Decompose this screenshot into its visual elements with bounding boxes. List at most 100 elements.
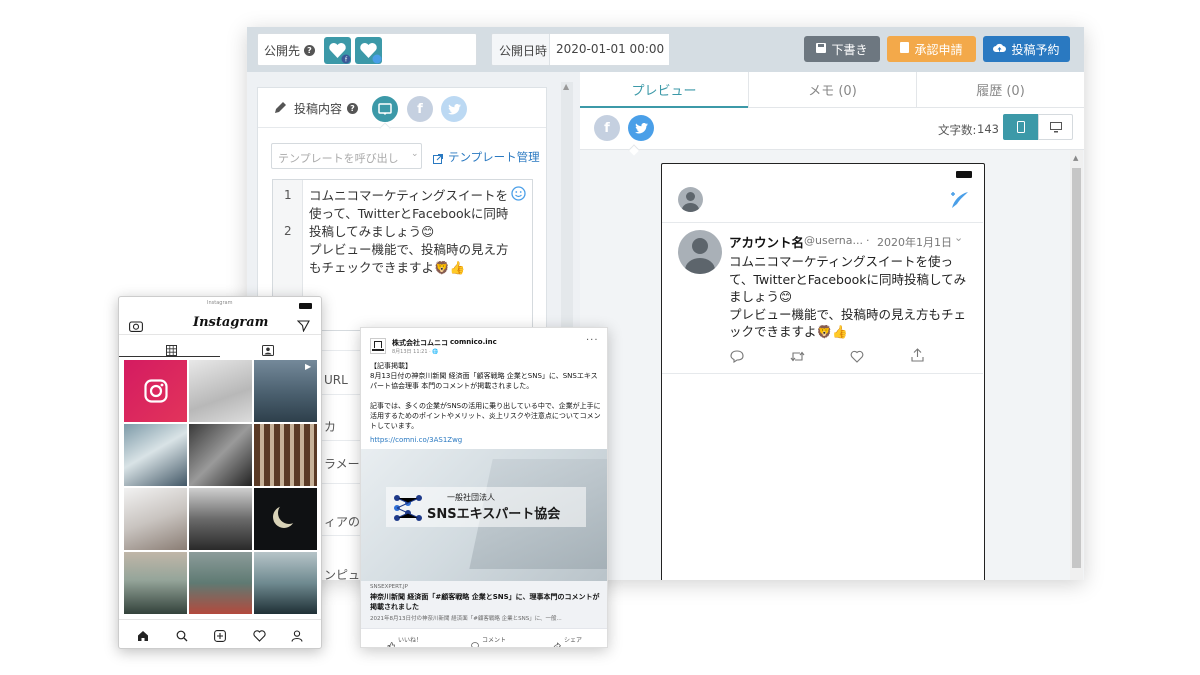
schedule-label: 投稿予約 (1011, 42, 1060, 57)
facebook-post-mock: 株式会社コムニコ comnico.inc 8月13日 11:21 · 🌐 ···… (360, 327, 608, 648)
photo-post[interactable]: ▶ (254, 360, 317, 422)
link-banner-image[interactable]: 一般社団法人 SNSエキスパート協会 (361, 449, 607, 581)
compose-tweet-icon[interactable] (948, 190, 970, 214)
battery-icon (956, 171, 972, 178)
preview-panel: プレビュー メモ (0) 履歴 (0) f 文字数: 143 アカウント名 @u… (580, 72, 1084, 580)
help-icon[interactable]: ? (347, 103, 358, 114)
preview-scrollbar[interactable]: ▲ (1070, 150, 1083, 580)
tab-memo[interactable]: メモ (0) (748, 72, 916, 108)
draft-button[interactable]: 下書き (804, 36, 880, 62)
separator: · (866, 234, 870, 247)
heart-icon[interactable] (253, 627, 266, 646)
desktop-icon (1049, 121, 1062, 132)
avatar-small (678, 187, 703, 212)
tagged-icon[interactable] (262, 341, 274, 360)
approval-label: 承認申請 (914, 42, 963, 57)
photo-post[interactable] (124, 552, 187, 614)
sns-expert-logo-icon (393, 494, 423, 526)
tab-history[interactable]: 履歴 (0) (916, 72, 1084, 108)
facebook-preview-icon[interactable]: f (594, 115, 620, 141)
link-description: 2021年8月13日付の神奈川新聞 経済面「#顧客戦略 企業とSNS」に、一般.… (370, 616, 562, 622)
photo-post[interactable] (124, 488, 187, 550)
template-manage-link[interactable]: テンプレート管理 (448, 149, 540, 165)
home-icon[interactable] (137, 627, 149, 646)
page-logo (370, 338, 386, 354)
twitter-preview-icon[interactable] (628, 115, 654, 141)
template-placeholder: テンプレートを呼び出し (278, 152, 399, 165)
cloud-upload-icon (993, 42, 1007, 56)
emoji-icon[interactable] (511, 186, 526, 205)
approval-request-button[interactable]: 承認申請 (887, 36, 976, 62)
post-link[interactable]: https://comni.co/3AS1Zwg (370, 436, 462, 444)
common-post-icon[interactable] (372, 96, 398, 122)
line-number-2: 2 (284, 224, 292, 238)
post-actions: いいね！ コメント シェア (361, 628, 607, 647)
photo-post[interactable] (189, 424, 252, 486)
grid-icon[interactable] (166, 341, 177, 360)
row-label-2: カ (324, 420, 337, 434)
photo-post[interactable] (254, 424, 317, 486)
photo-post[interactable] (189, 552, 252, 614)
instagram-logo-post[interactable] (124, 360, 187, 422)
chevron-down-icon[interactable]: ⌄ (954, 231, 963, 244)
share-icon[interactable] (911, 347, 924, 366)
tab-preview[interactable]: プレビュー (580, 72, 748, 108)
chevron-down-icon: ⌄ (411, 149, 419, 159)
post-content-label: 投稿内容 (294, 102, 343, 116)
photo-post[interactable] (254, 488, 317, 550)
profile-icon[interactable] (291, 627, 303, 646)
photo-post[interactable] (189, 360, 252, 422)
publish-date-value: 2020-01-01 00:00 (556, 42, 665, 56)
publish-to-label: 公開先 (264, 44, 301, 58)
banner-small-text: 一般社団法人 (447, 493, 495, 502)
page-handle: comnico.inc (450, 338, 497, 346)
retweet-icon[interactable] (790, 348, 805, 367)
tweet-date: 2020年1月1日 (877, 236, 952, 249)
status-title: Instagram (207, 300, 233, 306)
link-domain: SNSEXPERT.JP (370, 584, 408, 590)
share-button[interactable]: シェア (564, 635, 582, 644)
publish-date-label: 公開日時 (499, 44, 548, 58)
reply-icon[interactable] (730, 348, 744, 367)
share-icon[interactable] (553, 635, 562, 647)
url-row-label: URL (324, 373, 348, 387)
like-icon[interactable] (387, 635, 395, 647)
like-icon[interactable] (850, 348, 864, 367)
add-post-icon[interactable] (214, 627, 226, 646)
search-icon[interactable] (176, 627, 188, 646)
twitter-phone-preview: アカウント名 @userna... · 2020年1月1日 ⌄ コムニコマーケテ… (661, 163, 985, 580)
more-options-icon[interactable]: ··· (586, 335, 599, 346)
row-label-3: ラメー (324, 457, 360, 471)
template-select[interactable]: テンプレートを呼び出し ⌄ (271, 143, 422, 169)
publish-date-field[interactable]: 公開日時 2020-01-01 00:00 (491, 33, 669, 66)
comment-button[interactable]: コメント (482, 635, 506, 644)
account-twitter-icon[interactable] (355, 37, 382, 64)
top-bar: 公開先 ? f 公開日時 2020-01-01 00:00 下書き 承認申請 投… (247, 27, 1084, 72)
instagram-logo: Instagram (193, 315, 269, 330)
link-preview[interactable]: SNSEXPERT.JP 神奈川新聞 経済面「#顧客戦略 企業とSNS」に、理事… (361, 581, 607, 628)
like-button[interactable]: いいね！ (398, 635, 422, 644)
draft-label: 下書き (831, 42, 868, 57)
video-icon: ▶ (305, 362, 312, 371)
schedule-post-button[interactable]: 投稿予約 (983, 36, 1070, 62)
publish-to-field[interactable]: 公開先 ? f (257, 33, 477, 66)
twitter-icon[interactable] (441, 96, 467, 122)
post-body-text: コムニコマーケティングスイートを使って、TwitterとFacebookに同時投… (309, 188, 509, 275)
post-meta: 8月13日 11:21 · 🌐 (392, 349, 439, 355)
photo-post[interactable] (124, 424, 187, 486)
help-icon[interactable]: ? (304, 45, 315, 56)
photo-post[interactable] (254, 552, 317, 614)
desktop-view-button[interactable] (1038, 114, 1073, 140)
line-number-1: 1 (284, 188, 292, 202)
document-icon (900, 42, 910, 56)
mobile-view-button[interactable] (1003, 114, 1038, 140)
avatar (678, 230, 722, 274)
account-facebook-icon[interactable]: f (324, 37, 351, 64)
char-count-label: 文字数: (938, 123, 977, 137)
char-count-value: 143 (977, 122, 999, 136)
external-link-icon[interactable] (433, 149, 443, 168)
photo-post[interactable] (189, 488, 252, 550)
facebook-icon[interactable]: f (407, 96, 433, 122)
editor-header: 投稿内容 ? f (258, 88, 546, 134)
comment-icon[interactable] (471, 635, 479, 647)
